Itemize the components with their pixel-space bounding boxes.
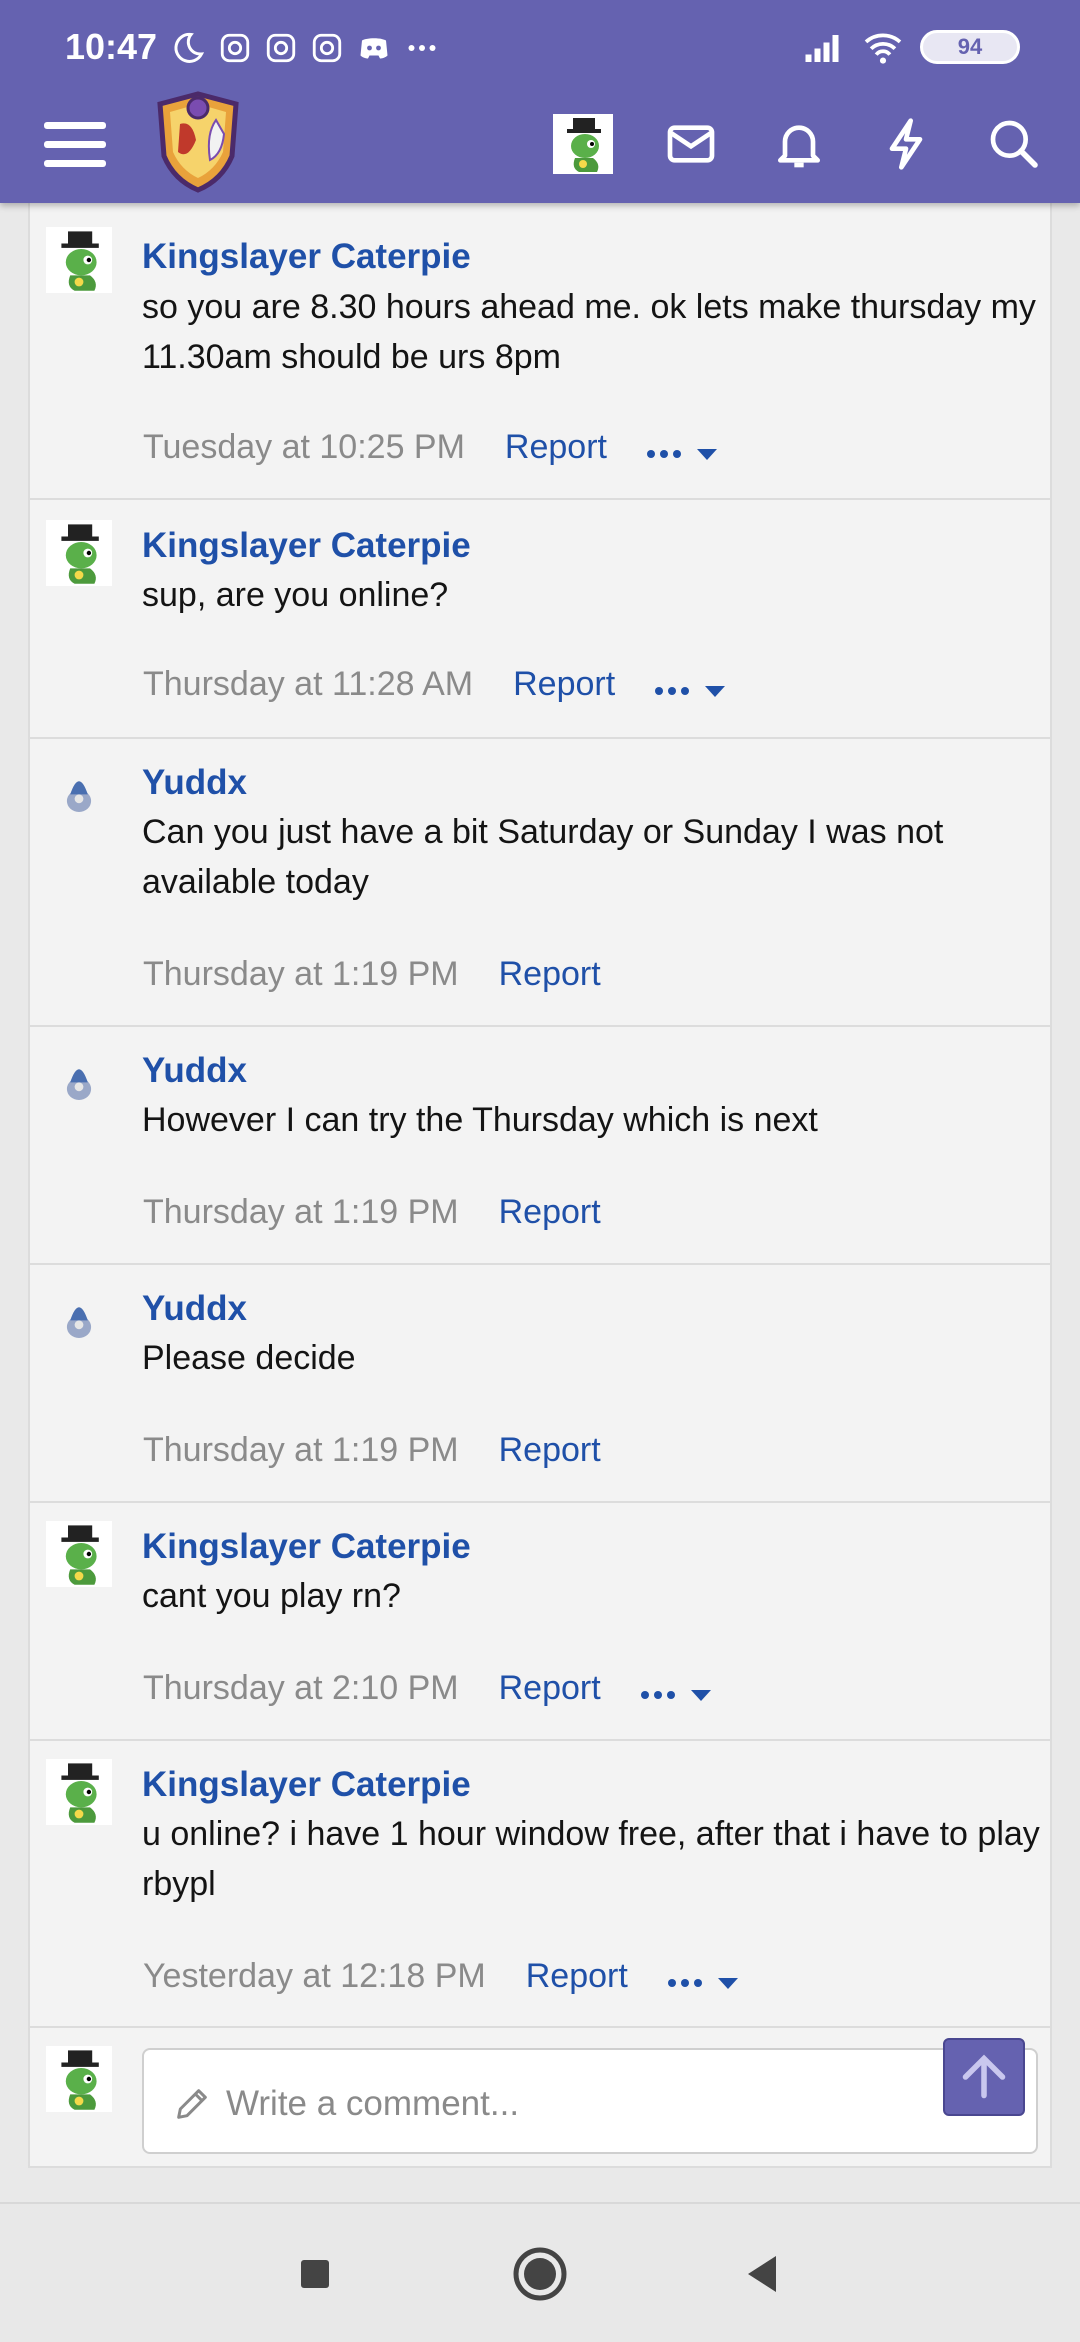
bell-icon[interactable]: [771, 116, 827, 172]
more-options-button[interactable]: [667, 1977, 738, 1989]
home-button[interactable]: [508, 2242, 572, 2306]
report-link[interactable]: Report: [526, 1957, 628, 1995]
system-status: 94: [804, 30, 1020, 64]
instagram-icon: [220, 33, 250, 63]
pencil-icon: [177, 2089, 207, 2119]
user-avatar[interactable]: [46, 1283, 112, 1349]
signal-icon: [805, 35, 839, 62]
user-avatar[interactable]: [553, 114, 613, 174]
message-timestamp[interactable]: Yesterday at 12:18 PM: [143, 1957, 486, 1995]
user-avatar[interactable]: [46, 1045, 112, 1111]
user-avatar[interactable]: [46, 2046, 112, 2112]
message-author[interactable]: Yuddx: [142, 1289, 247, 1329]
message-text: sup, are you online?: [142, 576, 449, 614]
message-timestamp[interactable]: Tuesday at 10:25 PM: [143, 428, 465, 466]
ellipsis-icon: [655, 687, 690, 695]
report-link[interactable]: Report: [513, 665, 615, 703]
message-text: u online? i have 1 hour window free, aft…: [142, 1815, 1040, 1903]
comment-placeholder: Write a comment...: [226, 2084, 520, 2123]
message-meta: Thursday at 11:28 AM Report: [143, 665, 726, 704]
user-avatar[interactable]: [46, 520, 112, 586]
envelope-icon[interactable]: [663, 116, 719, 172]
report-link[interactable]: Report: [499, 1431, 601, 1469]
ellipsis-icon: [646, 450, 681, 458]
lightning-icon[interactable]: [878, 116, 934, 172]
caret-down-icon: [690, 1689, 711, 1701]
user-avatar[interactable]: [46, 1521, 112, 1587]
message-author[interactable]: Yuddx: [142, 1051, 247, 1091]
more-notifications-icon: [408, 45, 436, 51]
more-options-button[interactable]: [640, 1689, 711, 1701]
message-meta: Tuesday at 10:25 PM Report: [143, 428, 717, 467]
message-timestamp[interactable]: Thursday at 1:19 PM: [143, 1431, 459, 1469]
message-author[interactable]: Kingslayer Caterpie: [142, 237, 471, 277]
message-text: Can you just have a bit Saturday or Sund…: [142, 813, 944, 901]
ellipsis-icon: [640, 1691, 675, 1699]
user-avatar[interactable]: [46, 1759, 112, 1825]
instagram-icon: [312, 33, 342, 63]
comment-input[interactable]: Write a comment...: [142, 2048, 1038, 2154]
message-meta: Thursday at 2:10 PM Report: [143, 1669, 711, 1708]
battery-level: 94: [957, 34, 983, 59]
status-bar: 10:47 94: [0, 0, 1080, 96]
message-item: Kingslayer Caterpie cant you play rn? Th…: [30, 1503, 1050, 1741]
hamburger-menu-icon[interactable]: [44, 114, 106, 174]
battery-indicator: 94: [920, 30, 1020, 64]
comment-composer: Write a comment...: [30, 2028, 1050, 2168]
message-timestamp[interactable]: Thursday at 1:19 PM: [143, 1193, 459, 1231]
message-item: Yuddx However I can try the Thursday whi…: [30, 1027, 1050, 1265]
message-author[interactable]: Yuddx: [142, 763, 247, 803]
caret-down-icon: [717, 1977, 738, 1989]
instagram-icon: [266, 33, 296, 63]
message-item: Yuddx Please decide Thursday at 1:19 PM R…: [30, 1265, 1050, 1503]
report-link[interactable]: Report: [499, 955, 601, 993]
ellipsis-icon: [667, 1979, 702, 1987]
wifi-icon: [864, 33, 902, 64]
app-bar: [0, 91, 1080, 203]
message-timestamp[interactable]: Thursday at 11:28 AM: [143, 665, 473, 703]
message-meta: Thursday at 1:19 PM Report: [143, 955, 601, 994]
message-timestamp[interactable]: Thursday at 2:10 PM: [143, 1669, 459, 1707]
status-time: 10:47: [65, 26, 158, 67]
site-logo[interactable]: [152, 90, 244, 194]
caret-down-icon: [705, 685, 726, 697]
notification-icons: [170, 30, 440, 66]
arrow-up-icon: [962, 2054, 1006, 2099]
back-button[interactable]: [730, 2242, 794, 2306]
message-item: Kingslayer Caterpie so you are 8.30 hour…: [30, 203, 1050, 500]
report-link[interactable]: Report: [505, 428, 607, 466]
system-nav-bar: [0, 2202, 1080, 2342]
more-options-button[interactable]: [655, 685, 726, 697]
scroll-to-top-button[interactable]: [943, 2038, 1025, 2116]
message-author[interactable]: Kingslayer Caterpie: [142, 1765, 471, 1805]
message-author[interactable]: Kingslayer Caterpie: [142, 526, 471, 566]
conversation-panel: Kingslayer Caterpie so you are 8.30 hour…: [28, 203, 1052, 2168]
message-text: cant you play rn?: [142, 1577, 401, 1615]
message-text: However I can try the Thursday which is …: [142, 1101, 818, 1139]
discord-icon: [360, 38, 388, 59]
message-text: so you are 8.30 hours ahead me. ok lets …: [142, 288, 1036, 376]
moon-icon: [174, 32, 205, 63]
recents-button[interactable]: [283, 2242, 347, 2306]
app-header: 10:47 94: [0, 0, 1080, 203]
search-icon[interactable]: [986, 116, 1042, 172]
message-meta: Thursday at 1:19 PM Report: [143, 1193, 601, 1232]
user-avatar[interactable]: [46, 227, 112, 293]
message-text: Please decide: [142, 1339, 356, 1377]
message-item: Kingslayer Caterpie u online? i have 1 h…: [30, 1741, 1050, 2028]
caret-down-icon: [696, 448, 717, 460]
report-link[interactable]: Report: [499, 1669, 601, 1707]
message-author[interactable]: Kingslayer Caterpie: [142, 1527, 471, 1567]
message-timestamp[interactable]: Thursday at 1:19 PM: [143, 955, 459, 993]
report-link[interactable]: Report: [499, 1193, 601, 1231]
more-options-button[interactable]: [646, 448, 717, 460]
message-item: Yuddx Can you just have a bit Saturday o…: [30, 739, 1050, 1027]
message-meta: Yesterday at 12:18 PM Report: [143, 1957, 738, 1996]
message-item: Kingslayer Caterpie sup, are you online?…: [30, 500, 1050, 739]
message-meta: Thursday at 1:19 PM Report: [143, 1431, 601, 1470]
user-avatar[interactable]: [46, 757, 112, 823]
